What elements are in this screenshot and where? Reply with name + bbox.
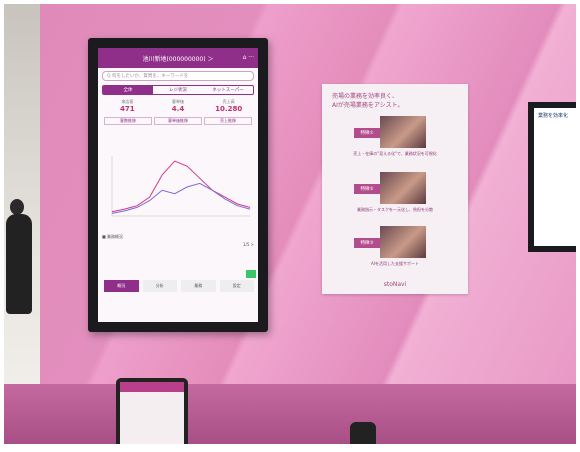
feature-badge: 特徴① xyxy=(354,128,380,138)
feature-photo xyxy=(380,226,426,258)
page-indicator[interactable]: 1/5 > xyxy=(102,242,254,250)
scene-photo: 池川新地(000000000) ＞ ⌂ ··· Q 何をしたいか、質問を、キーワ… xyxy=(4,4,576,444)
coffee-cup xyxy=(350,422,376,444)
tab-all[interactable]: 全体 xyxy=(103,86,153,94)
right-screen-text: 業務を効率化 xyxy=(534,108,576,246)
nav-settings-button[interactable]: 設定 xyxy=(219,280,254,292)
feature-desc: AIを活用した支援サポート xyxy=(371,261,419,266)
tablet-screen xyxy=(120,382,184,444)
stat-unit-price: 客単価 4.4 xyxy=(153,99,204,113)
feature-block-2: 特徴② 業務指示・タスクを一元化し、負担を分散 xyxy=(328,172,462,218)
stat-value: 4.4 xyxy=(171,105,185,113)
tab-net-super[interactable]: ネットスーパー xyxy=(203,86,253,94)
feature-photo xyxy=(380,172,426,204)
poster-title-line: AIが売場業務をアシスト。 xyxy=(332,102,404,109)
subtab-visitors[interactable]: 客数推移 xyxy=(104,117,152,125)
poster-brand: stoNavi xyxy=(383,281,407,288)
portrait-monitor: 池川新地(000000000) ＞ ⌂ ··· Q 何をしたいか、質問を、キーワ… xyxy=(88,38,268,332)
header-icons: ⌂ ··· xyxy=(242,54,254,61)
overview-label: ■ 業務概況 xyxy=(102,234,124,239)
feature-photo xyxy=(380,116,426,148)
person-head xyxy=(10,199,24,215)
feature-block-1: 特徴① 売上・在庫の"見える化"で、業務状況を可視化 xyxy=(328,116,462,162)
stat-value: 10.280 xyxy=(215,105,243,113)
chart-subtabs: 客数推移 客単価推移 売上推移 xyxy=(104,117,252,125)
subtab-unit-price[interactable]: 客単価推移 xyxy=(154,117,202,125)
feature-block-3: 特徴③ AIを活用した支援サポート xyxy=(328,226,462,272)
feature-badge: 特徴② xyxy=(354,184,380,194)
trend-chart xyxy=(111,156,251,217)
overview-section: ■ 業務概況 1/5 > xyxy=(102,234,254,250)
poster-title-line: 売場の業務を効率良く、 xyxy=(332,93,399,100)
feature-desc: 売上・在庫の"見える化"で、業務状況を可視化 xyxy=(353,151,437,156)
app-header: 池川新地(000000000) ＞ ⌂ ··· xyxy=(98,48,258,68)
status-chip xyxy=(246,270,256,278)
booth-floor xyxy=(4,384,576,444)
feature-poster: 売場の業務を効率良く、 AIが売場業務をアシスト。 特徴① 売上・在庫の"見える… xyxy=(322,84,468,294)
nav-analysis-button[interactable]: 分析 xyxy=(142,280,177,292)
tab-register[interactable]: レジ状況 xyxy=(153,86,203,94)
series-line-1 xyxy=(111,160,251,213)
monitor-screen: 池川新地(000000000) ＞ ⌂ ··· Q 何をしたいか、質問を、キーワ… xyxy=(98,48,258,322)
stats-row: 来店客 471 客単価 4.4 売上高 10.280 xyxy=(102,99,254,113)
bottom-nav: 概況 分析 業務 設定 xyxy=(104,280,254,292)
subtab-sales[interactable]: 売上推移 xyxy=(204,117,252,125)
poster-title: 売場の業務を効率良く、 AIが売場業務をアシスト。 xyxy=(322,84,468,110)
stat-visitors: 来店客 471 xyxy=(102,99,153,113)
feature-badge: 特徴③ xyxy=(354,238,380,248)
stat-value: 471 xyxy=(120,105,135,113)
tablet-device xyxy=(116,378,188,444)
tab-bar: 全体 レジ状況 ネットスーパー xyxy=(102,85,254,95)
search-input[interactable]: Q 何をしたいか、質問を、キーワードを xyxy=(102,71,254,81)
feature-desc: 業務指示・タスクを一元化し、負担を分散 xyxy=(357,207,433,212)
nav-overview-button[interactable]: 概況 xyxy=(104,280,139,292)
person-figure xyxy=(6,214,32,314)
right-monitor: 業務を効率化 xyxy=(528,102,576,252)
nav-tasks-button[interactable]: 業務 xyxy=(181,280,216,292)
series-line-2 xyxy=(111,182,251,214)
stat-sales: 売上高 10.280 xyxy=(203,99,254,113)
store-name: 池川新地(000000000) ＞ xyxy=(142,55,214,63)
